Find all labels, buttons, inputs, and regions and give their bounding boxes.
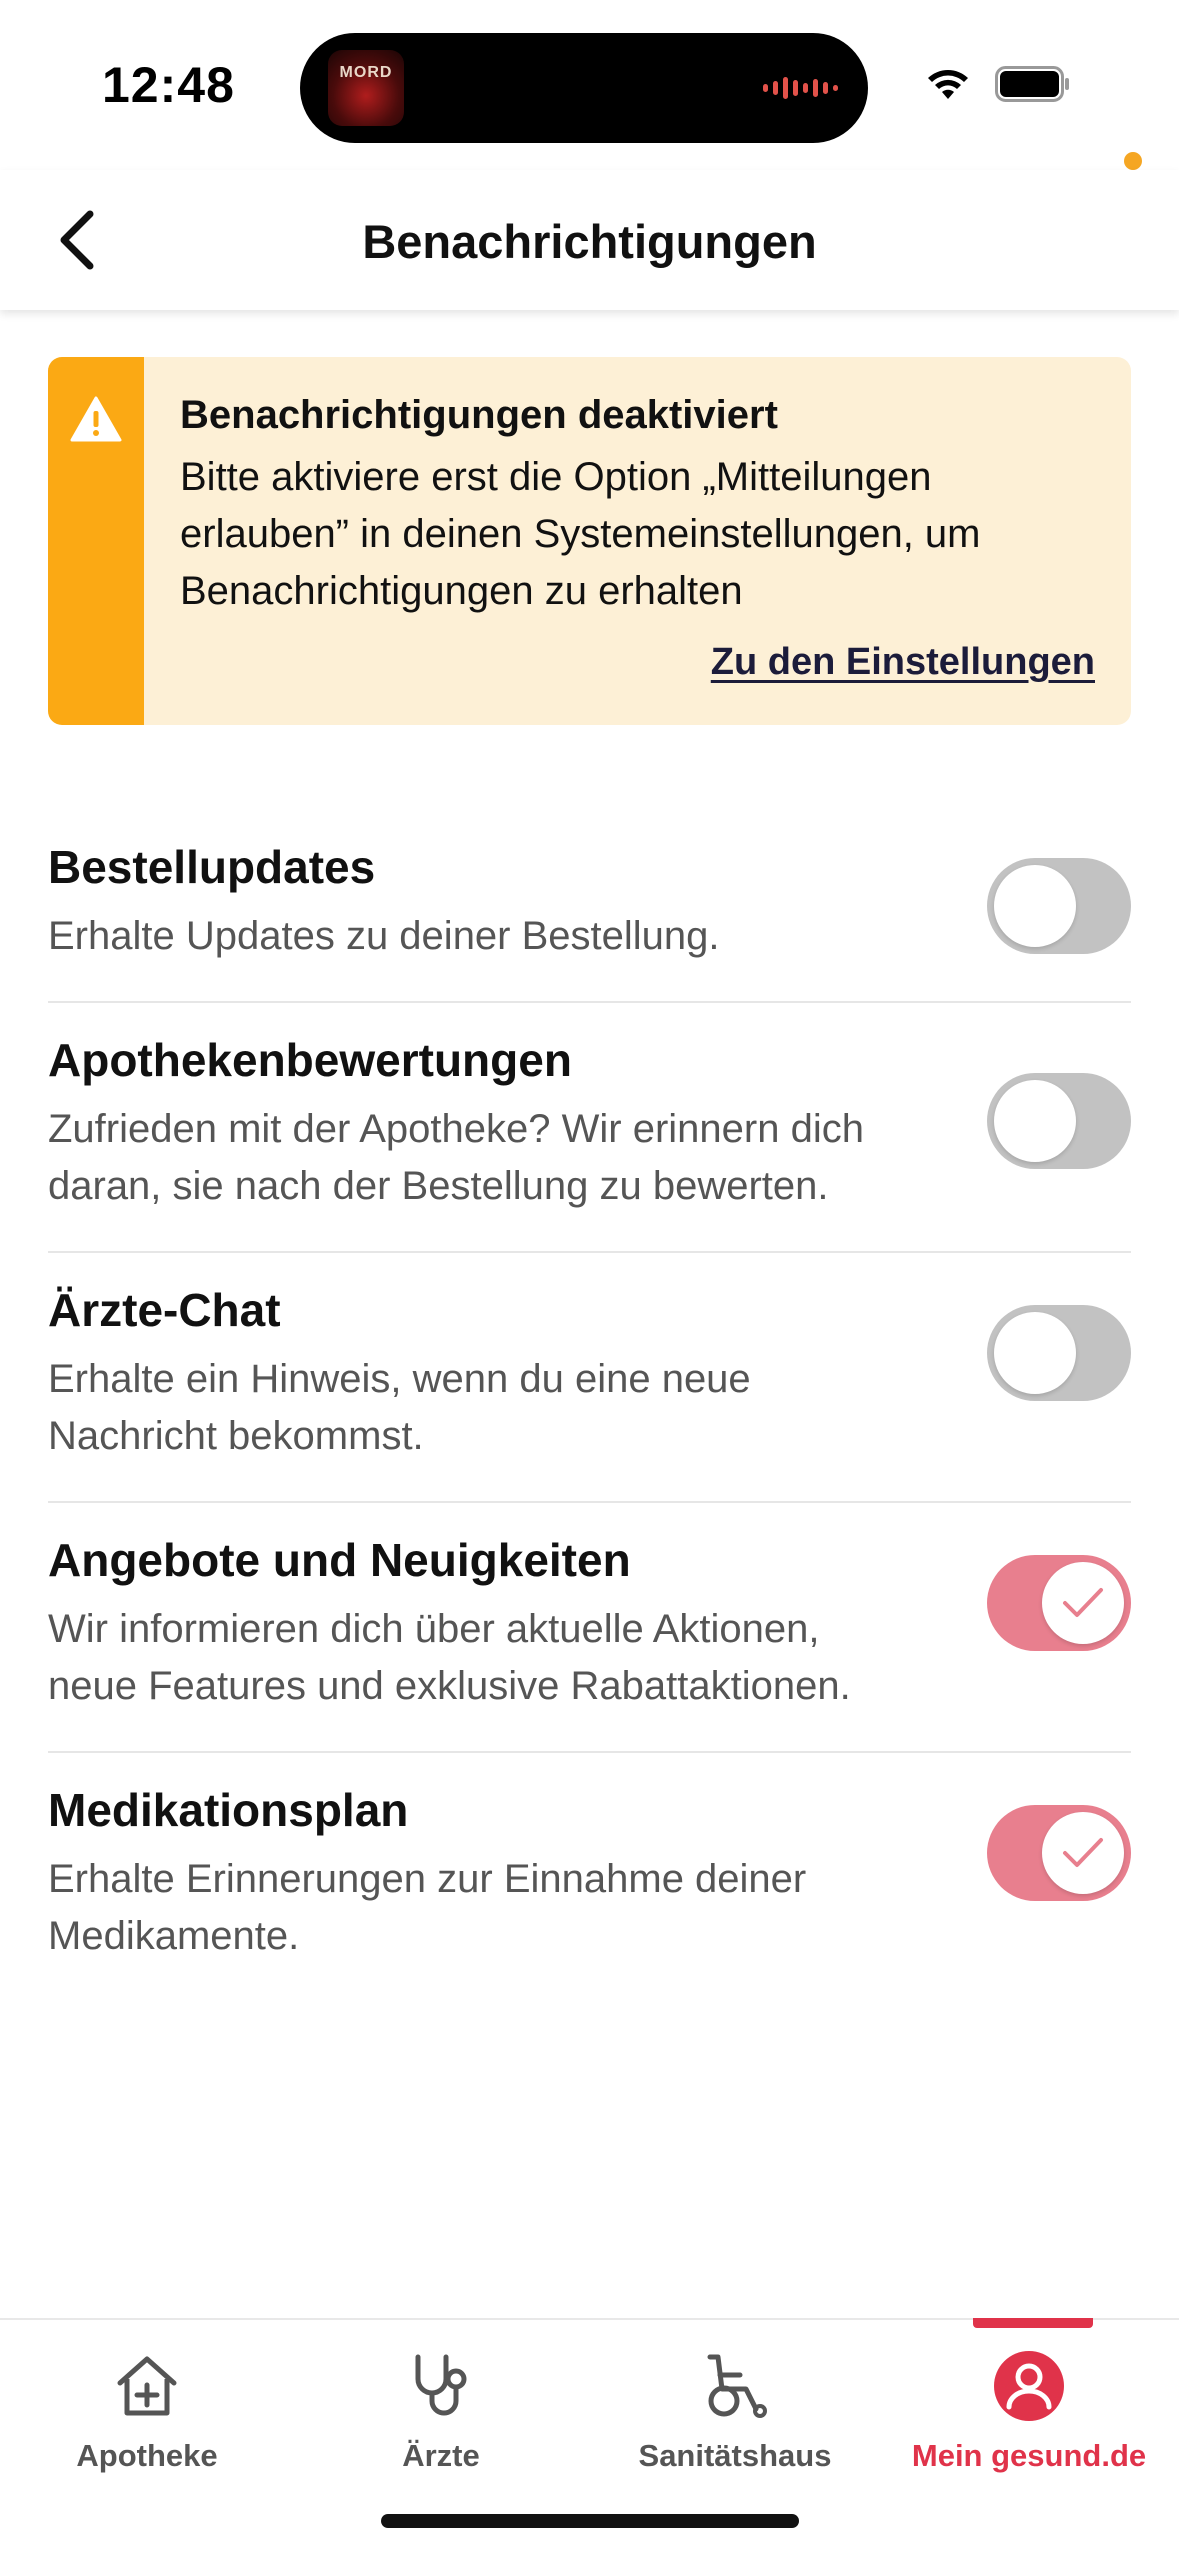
setting-description: Wir informieren dich über aktuelle Aktio…	[48, 1607, 851, 1708]
setting-row-aerzte-chat: Ärzte-Chat Erhalte ein Hinweis, wenn du …	[48, 1253, 1131, 1503]
toggle-knob	[994, 1312, 1076, 1394]
toggle-knob	[994, 1080, 1076, 1162]
status-bar: 12:48 MORD	[0, 0, 1179, 170]
pharmacy-icon	[109, 2348, 185, 2424]
home-indicator[interactable]	[381, 2514, 799, 2528]
setting-row-apothekenbewertungen: Apothekenbewertungen Zufrieden mit der A…	[48, 1003, 1131, 1253]
banner-text: Bitte aktiviere erst die Option „Mitteil…	[180, 455, 981, 613]
profile-icon	[991, 2348, 1067, 2424]
tab-apotheke[interactable]: Apotheke	[0, 2320, 294, 2490]
setting-description: Erhalte Updates zu deiner Bestellung.	[48, 914, 720, 958]
audio-waveform-icon	[763, 75, 838, 101]
tab-label: Mein gesund.de	[911, 2438, 1147, 2473]
tab-label: Apotheke	[76, 2438, 218, 2473]
tab-sanitaetshaus[interactable]: Sanitätshaus	[588, 2320, 882, 2490]
tab-label: Sanitätshaus	[638, 2438, 832, 2473]
setting-title: Medikationsplan	[48, 1784, 409, 1836]
checkmark-icon	[1063, 1838, 1103, 1867]
status-time: 12:48	[102, 57, 235, 113]
setting-row-medikationsplan: Medikationsplan Erhalte Erinnerungen zur…	[48, 1753, 1131, 2001]
stethoscope-icon	[403, 2348, 479, 2424]
banner-title: Benachrichtigungen deaktiviert	[180, 393, 778, 437]
dynamic-island[interactable]: MORD	[300, 33, 868, 143]
settings-link[interactable]: Zu den Einstellungen	[711, 641, 1095, 684]
setting-title: Ärzte-Chat	[48, 1284, 281, 1336]
warning-icon	[70, 396, 122, 442]
setting-description: Erhalte ein Hinweis, wenn du eine neue N…	[48, 1357, 751, 1458]
tab-label: Ärzte	[402, 2438, 480, 2473]
tab-mein-gesund[interactable]: Mein gesund.de	[882, 2320, 1176, 2490]
setting-row-angebote: Angebote und Neuigkeiten Wir informieren…	[48, 1503, 1131, 1753]
privacy-indicator-dot	[1124, 152, 1142, 170]
toggle-bestellupdates[interactable]	[987, 858, 1131, 954]
toggle-knob	[1042, 1562, 1124, 1644]
nav-header: Benachrichtigungen	[0, 170, 1179, 310]
toggle-angebote[interactable]	[987, 1555, 1131, 1651]
toggle-knob	[994, 865, 1076, 947]
setting-title: Apothekenbewertungen	[48, 1034, 572, 1086]
setting-title: Bestellupdates	[48, 841, 376, 893]
now-playing-artwork: MORD	[328, 50, 404, 126]
setting-row-bestellupdates: Bestellupdates Erhalte Updates zu deiner…	[48, 810, 1131, 1003]
toggle-medikationsplan[interactable]	[987, 1805, 1131, 1901]
checkmark-icon	[1063, 1588, 1103, 1617]
battery-icon	[995, 66, 1071, 107]
toggle-knob	[1042, 1812, 1124, 1894]
now-playing-art-text: MORD	[339, 64, 393, 81]
page-title: Benachrichtigungen	[362, 215, 817, 268]
setting-description: Erhalte Erinnerungen zur Einnahme deiner…	[48, 1857, 807, 1958]
toggle-apothekenbewertungen[interactable]	[987, 1073, 1131, 1169]
wifi-icon	[925, 67, 971, 106]
wheelchair-icon	[697, 2348, 773, 2424]
setting-title: Angebote und Neuigkeiten	[48, 1534, 631, 1586]
notification-settings-list: Bestellupdates Erhalte Updates zu deiner…	[48, 810, 1131, 2001]
setting-description: Zufrieden mit der Apotheke? Wir erinnern…	[48, 1107, 864, 1208]
notifications-disabled-banner: Benachrichtigungen deaktiviert Bitte akt…	[48, 357, 1131, 725]
toggle-aerzte-chat[interactable]	[987, 1305, 1131, 1401]
system-icons	[925, 66, 1071, 107]
tab-aerzte[interactable]: Ärzte	[294, 2320, 588, 2490]
